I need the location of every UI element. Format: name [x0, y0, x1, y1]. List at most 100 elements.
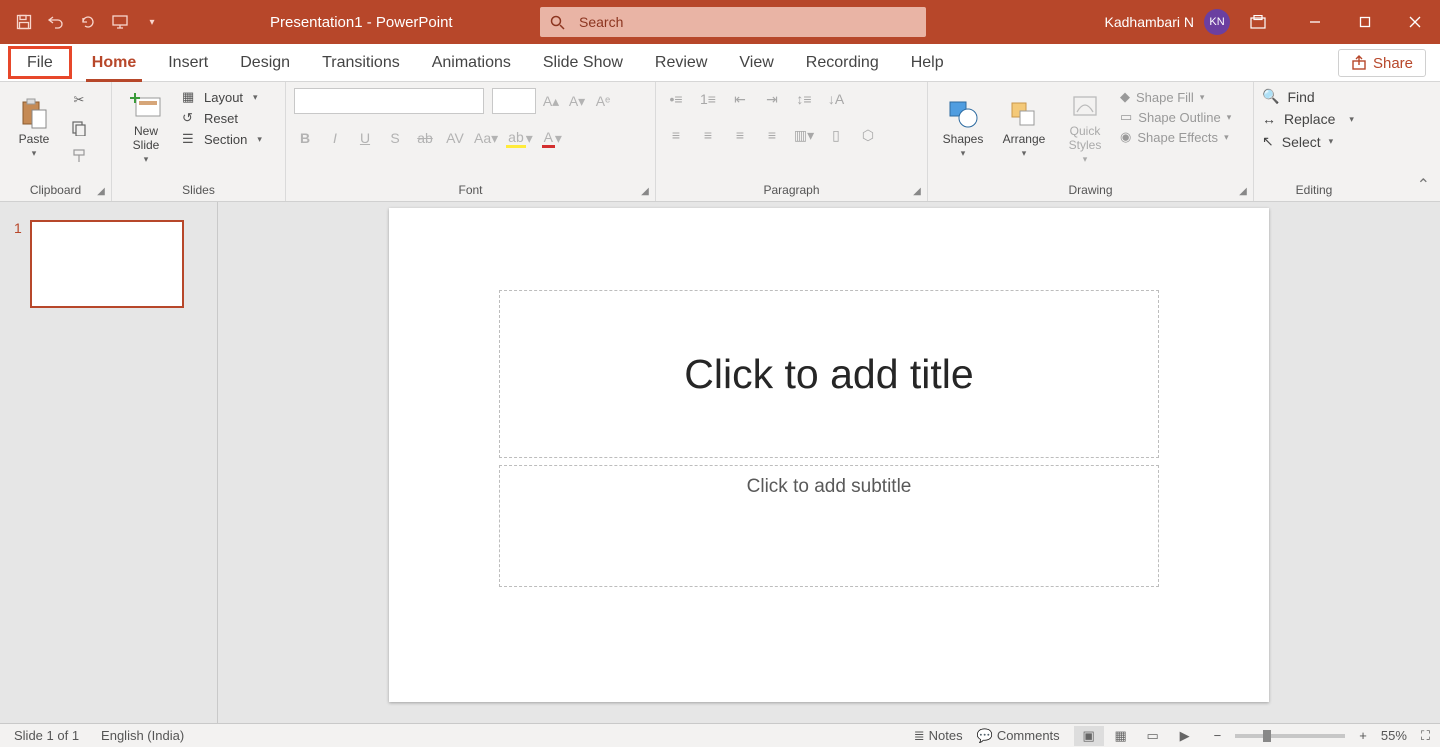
find-button[interactable]: 🔍Find: [1262, 88, 1354, 105]
tab-view[interactable]: View: [723, 44, 789, 81]
thumbnail-number: 1: [14, 220, 22, 308]
strikethrough-button[interactable]: ab: [414, 126, 436, 150]
ribbon-display-options-icon[interactable]: [1236, 0, 1280, 44]
align-left-icon[interactable]: ≡: [664, 124, 688, 146]
align-text-icon[interactable]: ▯: [824, 124, 848, 146]
group-font: A▴ A▾ Aᵉ B I U S ab AV Aa▾ ab▾ A▾ Font ◢: [286, 82, 656, 201]
decrease-font-icon[interactable]: A▾: [566, 89, 588, 113]
shadow-button[interactable]: S: [384, 126, 406, 150]
shape-effects-button[interactable]: ◉Shape Effects▾: [1118, 128, 1233, 146]
zoom-slider[interactable]: [1235, 734, 1345, 738]
quick-styles-button[interactable]: Quick Styles▾: [1058, 88, 1112, 168]
paste-button[interactable]: Paste ▾: [8, 88, 60, 168]
tab-review[interactable]: Review: [639, 44, 723, 81]
align-right-icon[interactable]: ≡: [728, 124, 752, 146]
format-painter-icon[interactable]: [66, 144, 92, 168]
shape-outline-button[interactable]: ▭Shape Outline▾: [1118, 108, 1233, 126]
tab-insert[interactable]: Insert: [152, 44, 224, 81]
zoom-slider-thumb[interactable]: [1263, 730, 1271, 742]
italic-button[interactable]: I: [324, 126, 346, 150]
save-icon[interactable]: [10, 8, 38, 36]
comments-button[interactable]: 💬Comments: [977, 728, 1060, 744]
paragraph-dialog-launcher[interactable]: ◢: [911, 185, 923, 197]
slide-sorter-view-icon[interactable]: ▦: [1106, 726, 1136, 746]
tab-slideshow[interactable]: Slide Show: [527, 44, 639, 81]
slideshow-from-start-icon[interactable]: [106, 8, 134, 36]
minimize-button[interactable]: [1290, 0, 1340, 44]
group-clipboard: Paste ▾ ✂ Clipboard ◢: [0, 82, 112, 201]
increase-indent-icon[interactable]: ⇥: [760, 88, 784, 110]
tab-transitions[interactable]: Transitions: [306, 44, 416, 81]
group-slides-label: Slides: [120, 181, 277, 199]
user-account[interactable]: Kadhambari N KN: [1105, 9, 1231, 35]
decrease-indent-icon[interactable]: ⇤: [728, 88, 752, 110]
replace-label: Replace: [1284, 111, 1335, 127]
smartart-icon[interactable]: ⬡: [856, 124, 880, 146]
zoom-out-icon[interactable]: −: [1214, 728, 1222, 743]
title-bar: ▾ Presentation1 - PowerPoint Search Kadh…: [0, 0, 1440, 44]
char-spacing-icon[interactable]: AV: [444, 126, 466, 150]
shapes-button[interactable]: Shapes▾: [936, 88, 990, 168]
increase-font-icon[interactable]: A▴: [540, 89, 562, 113]
maximize-button[interactable]: [1340, 0, 1390, 44]
bullets-icon[interactable]: •≡: [664, 88, 688, 110]
copy-icon[interactable]: [66, 116, 92, 140]
zoom-in-icon[interactable]: +: [1359, 728, 1367, 743]
clipboard-dialog-launcher[interactable]: ◢: [95, 185, 107, 197]
fit-to-window-icon[interactable]: ⛶: [1421, 728, 1430, 744]
language-indicator[interactable]: English (India): [101, 728, 184, 743]
find-icon: 🔍: [1262, 88, 1279, 105]
new-slide-label: New Slide: [133, 125, 160, 151]
columns-icon[interactable]: ▥▾: [792, 124, 816, 146]
underline-button[interactable]: U: [354, 126, 376, 150]
slideshow-view-icon[interactable]: ▶: [1170, 726, 1200, 746]
close-button[interactable]: [1390, 0, 1440, 44]
align-center-icon[interactable]: ≡: [696, 124, 720, 146]
text-direction-icon[interactable]: ↓A: [824, 88, 848, 110]
undo-icon[interactable]: [42, 8, 70, 36]
title-placeholder[interactable]: Click to add title: [499, 290, 1159, 458]
change-case-icon[interactable]: Aa▾: [474, 126, 498, 150]
drawing-dialog-launcher[interactable]: ◢: [1237, 185, 1249, 197]
normal-view-icon[interactable]: ▣: [1074, 726, 1104, 746]
bold-button[interactable]: B: [294, 126, 316, 150]
reading-view-icon[interactable]: ▭: [1138, 726, 1168, 746]
qat-dropdown-icon[interactable]: ▾: [138, 8, 166, 36]
collapse-ribbon-icon[interactable]: ⌃: [1417, 175, 1430, 195]
new-slide-icon: [130, 91, 162, 123]
zoom-percentage[interactable]: 55%: [1381, 728, 1407, 743]
replace-button[interactable]: ↔Replace▾: [1262, 111, 1354, 127]
tab-home[interactable]: Home: [76, 44, 152, 81]
layout-button[interactable]: ▦Layout▾: [178, 88, 266, 106]
select-button[interactable]: ↖Select▾: [1262, 133, 1354, 150]
slide[interactable]: Click to add title Click to add subtitle: [389, 208, 1269, 702]
font-family-select[interactable]: [294, 88, 484, 114]
justify-icon[interactable]: ≡: [760, 124, 784, 146]
layout-label: Layout: [204, 90, 243, 105]
arrange-button[interactable]: Arrange▾: [996, 88, 1052, 168]
new-slide-button[interactable]: New Slide ▾: [120, 88, 172, 168]
redo-icon[interactable]: [74, 8, 102, 36]
section-button[interactable]: ☰Section▾: [178, 130, 266, 148]
tab-animations[interactable]: Animations: [416, 44, 527, 81]
line-spacing-icon[interactable]: ↕≡: [792, 88, 816, 110]
font-color-icon[interactable]: A▾: [541, 126, 563, 150]
font-size-select[interactable]: [492, 88, 536, 114]
tab-file[interactable]: File: [8, 46, 72, 79]
tab-design[interactable]: Design: [224, 44, 306, 81]
share-button[interactable]: Share: [1338, 49, 1426, 77]
numbering-icon[interactable]: 1≡: [696, 88, 720, 110]
search-box[interactable]: Search: [540, 7, 926, 37]
tab-recording[interactable]: Recording: [790, 44, 895, 81]
cut-icon[interactable]: ✂: [66, 88, 92, 112]
subtitle-placeholder[interactable]: Click to add subtitle: [499, 465, 1159, 587]
reset-button[interactable]: ↺Reset: [178, 109, 266, 127]
tab-help[interactable]: Help: [895, 44, 960, 81]
font-dialog-launcher[interactable]: ◢: [639, 185, 651, 197]
highlight-color-icon[interactable]: ab▾: [506, 126, 533, 150]
clear-formatting-icon[interactable]: Aᵉ: [592, 89, 614, 113]
slide-counter[interactable]: Slide 1 of 1: [14, 728, 79, 743]
thumbnail-slide-1[interactable]: 1: [14, 220, 203, 308]
shape-fill-button[interactable]: ◆Shape Fill▾: [1118, 88, 1233, 106]
notes-button[interactable]: ≣Notes: [914, 728, 963, 744]
